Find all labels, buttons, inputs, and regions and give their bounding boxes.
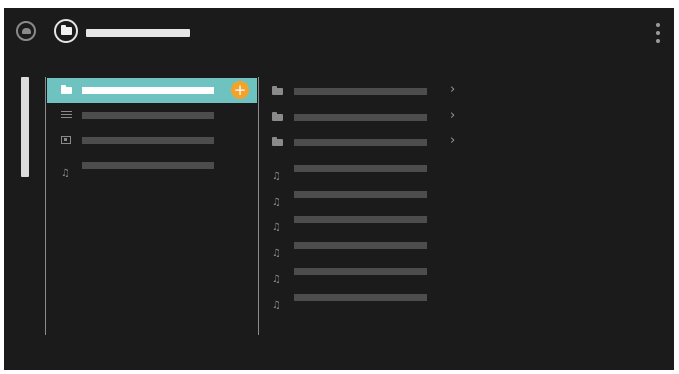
music-icon: ♫ xyxy=(272,248,281,260)
chevron-right-icon: › xyxy=(450,107,456,123)
list-item-label xyxy=(294,139,427,147)
list-item-label xyxy=(294,113,427,121)
cloud-source-button[interactable] xyxy=(16,21,36,41)
list-item-track[interactable]: ♫ xyxy=(266,259,466,285)
photo-icon xyxy=(61,136,73,145)
list-item-label xyxy=(294,242,427,250)
music-icon: ♫ xyxy=(272,222,281,234)
list-item-folder[interactable]: › xyxy=(266,105,466,131)
music-icon: ♫ xyxy=(272,171,281,183)
list-item-label xyxy=(294,190,427,198)
list-icon xyxy=(61,111,73,120)
sidebar-item-label xyxy=(82,87,214,94)
folder-icon xyxy=(272,111,286,122)
list-item-track[interactable]: ♫ xyxy=(266,156,466,182)
sidebar-list: + ♫ xyxy=(47,78,257,179)
list-item-folder[interactable]: › xyxy=(266,130,466,156)
cloud-icon xyxy=(21,28,31,34)
music-icon: ♫ xyxy=(272,196,281,208)
content-list: › › › ♫ ♫ ♫ ♫ ♫ ♫ xyxy=(266,79,466,310)
list-item-label xyxy=(294,216,427,224)
menu-dot xyxy=(656,39,660,43)
folder-icon xyxy=(60,25,72,35)
menu-dot xyxy=(656,31,660,35)
sidebar-item-list[interactable] xyxy=(47,103,257,128)
list-item-label xyxy=(294,293,427,301)
list-item-track[interactable]: ♫ xyxy=(266,233,466,259)
list-item-track[interactable]: ♫ xyxy=(266,207,466,233)
sidebar-item-photos[interactable] xyxy=(47,128,257,153)
folder-icon xyxy=(272,137,286,147)
folder-source-button[interactable] xyxy=(54,19,78,43)
folder-icon xyxy=(272,86,286,96)
list-item-track[interactable]: ♫ xyxy=(266,182,466,208)
add-button[interactable]: + xyxy=(231,81,249,99)
chevron-right-icon: › xyxy=(450,82,456,97)
sidebar-item-music[interactable]: ♫ xyxy=(47,153,257,179)
music-icon: ♫ xyxy=(272,273,281,285)
page-title xyxy=(86,29,190,37)
sidebar-item-label xyxy=(82,162,214,169)
menu-dot xyxy=(656,23,660,27)
sidebar-item-folders[interactable]: + xyxy=(47,78,257,103)
folder-icon xyxy=(61,85,73,95)
column-divider-right xyxy=(258,77,259,335)
music-icon: ♫ xyxy=(61,168,70,179)
list-item-folder[interactable]: › xyxy=(266,79,466,105)
kebab-menu-icon[interactable] xyxy=(655,23,661,43)
music-icon: ♫ xyxy=(272,299,281,311)
chevron-right-icon: › xyxy=(450,133,456,149)
sidebar-item-label xyxy=(82,137,214,144)
list-item-label xyxy=(294,267,427,275)
sidebar-item-label xyxy=(82,112,214,119)
media-browser-screen: + ♫ › › › ♫ ♫ ♫ ♫ ♫ ♫ xyxy=(4,8,674,370)
list-item-track[interactable]: ♫ xyxy=(266,285,466,311)
list-item-label xyxy=(294,88,427,95)
column-divider-left xyxy=(45,77,46,335)
vertical-scrollbar[interactable] xyxy=(21,77,29,177)
list-item-label xyxy=(294,165,427,173)
top-bar xyxy=(4,8,674,60)
